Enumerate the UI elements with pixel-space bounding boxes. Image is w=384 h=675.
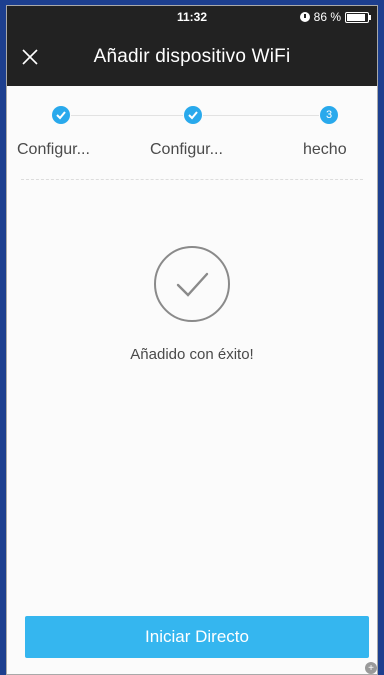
success-message: Añadido con éxito! [130, 346, 254, 363]
step-connector [203, 115, 319, 116]
plus-icon[interactable]: + [365, 662, 377, 674]
phone-screen: 11:32 86 % Añadir dispositivo WiFi 3 Con… [6, 5, 378, 675]
step-1-check-icon [52, 106, 70, 124]
battery-icon [345, 11, 371, 23]
step-3-label: hecho [303, 141, 347, 158]
status-bar: 11:32 86 % [7, 6, 377, 28]
step-1-label: Configur... [17, 141, 90, 158]
step-connector [71, 115, 183, 116]
status-right: 86 % [299, 10, 371, 24]
step-2-check-icon [184, 106, 202, 124]
checkmark-circle-icon [154, 246, 230, 322]
navigation-bar: Añadir dispositivo WiFi [7, 28, 377, 86]
battery-percent: 86 % [313, 10, 341, 24]
step-3-number: 3 [320, 106, 338, 124]
success-panel: Añadido con éxito! [7, 246, 377, 363]
step-2-label: Configur... [150, 141, 223, 158]
dashed-divider [21, 179, 363, 180]
start-direct-button[interactable]: Iniciar Directo [25, 616, 369, 658]
page-title: Añadir dispositivo WiFi [93, 46, 291, 67]
alarm-icon [299, 12, 310, 22]
progress-steps: 3 Configur... Configur... hecho [7, 106, 377, 196]
